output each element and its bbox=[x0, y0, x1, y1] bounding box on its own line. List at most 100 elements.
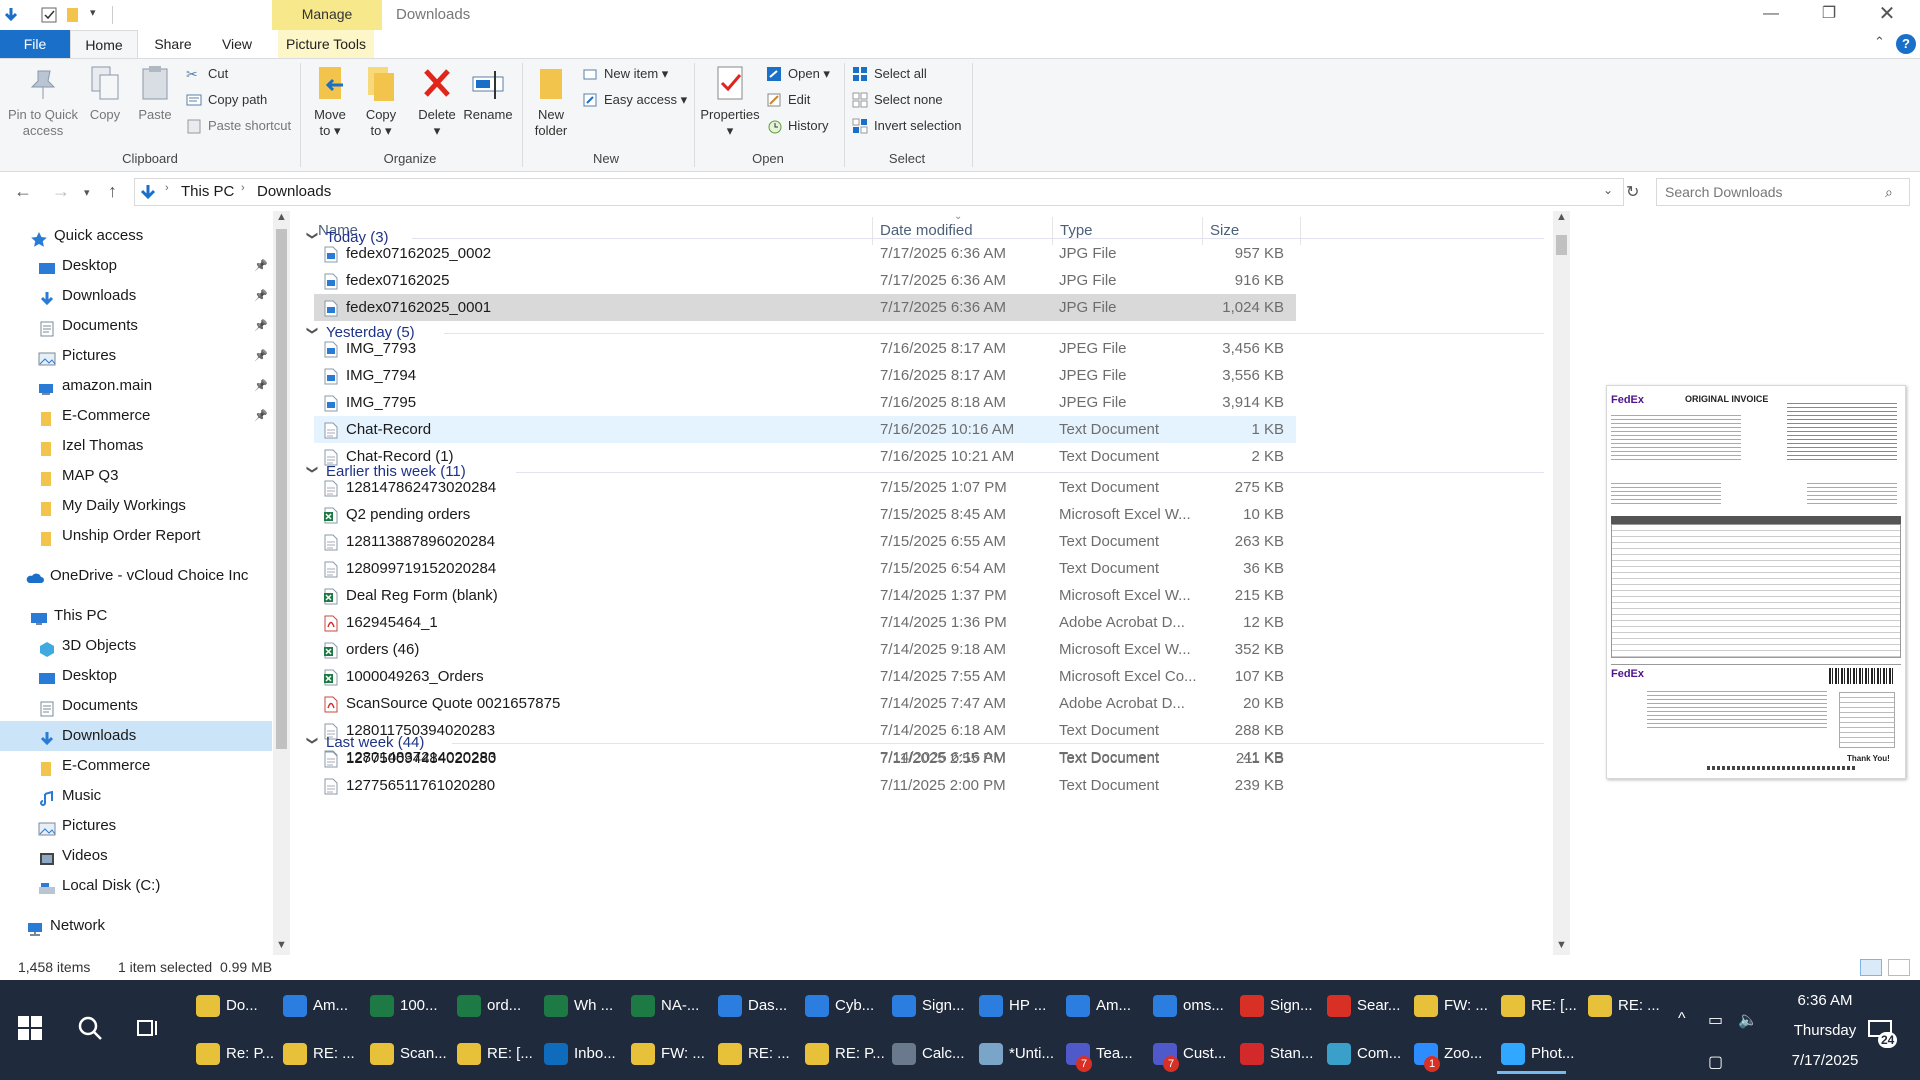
invert-selection-button[interactable]: Invert selection bbox=[852, 115, 961, 137]
taskbar-app-button[interactable]: RE: [... bbox=[453, 1034, 533, 1074]
taskbar-app-button[interactable]: Phot... bbox=[1497, 1034, 1574, 1074]
rename-button[interactable]: Rename bbox=[462, 65, 514, 123]
address-bar[interactable]: › This PC › Downloads ⌄ bbox=[134, 178, 1624, 206]
refresh-icon[interactable]: ↻ bbox=[1626, 182, 1639, 202]
nav-quick-access[interactable]: Quick access bbox=[0, 221, 272, 251]
nav-quick-item[interactable]: Unship Order Report bbox=[0, 521, 272, 551]
taskbar-app-button[interactable]: FW: ... bbox=[627, 1034, 705, 1074]
copy-to-button[interactable]: Copy to ▾ bbox=[358, 65, 404, 139]
copy-path-button[interactable]: Copy path bbox=[186, 89, 267, 111]
file-row[interactable]: fedex07162025 7/17/2025 6:36 AM JPG File 91… bbox=[314, 267, 1296, 294]
nav-scrollbar[interactable]: ▲ ▼ bbox=[273, 211, 290, 955]
network-display-icon[interactable]: ▢ bbox=[1708, 1052, 1723, 1072]
taskbar-app-button[interactable]: Re: P... bbox=[192, 1034, 274, 1074]
taskbar-app-button[interactable]: Sear... bbox=[1323, 986, 1400, 1026]
file-row[interactable]: 128099719152020284 7/15/2025 6:54 AM Text … bbox=[314, 555, 1296, 582]
nav-quick-item[interactable]: MAP Q3 bbox=[0, 461, 272, 491]
taskbar-app-button[interactable]: Wh ... bbox=[540, 986, 613, 1026]
file-row[interactable]: IMG_7795 7/16/2025 8:18 AM JPEG File 3,914 … bbox=[314, 389, 1296, 416]
taskbar-app-button[interactable]: RE: P... bbox=[801, 1034, 885, 1074]
taskbar-app-button[interactable]: oms... bbox=[1149, 986, 1224, 1026]
taskbar-app-button[interactable]: Com... bbox=[1323, 1034, 1401, 1074]
taskbar-app-button[interactable]: Das... bbox=[714, 986, 787, 1026]
restore-button[interactable]: ❐ bbox=[1800, 0, 1858, 30]
nav-quick-item[interactable]: E-Commerce 📌 bbox=[0, 401, 272, 431]
file-row[interactable]: Deal Reg Form (blank) 7/14/2025 1:37 PM Mi… bbox=[314, 582, 1296, 609]
nav-pc-item[interactable]: E-Commerce bbox=[0, 751, 272, 781]
taskbar-app-button[interactable]: NA-... bbox=[627, 986, 699, 1026]
tab-view[interactable]: View bbox=[214, 30, 260, 58]
details-view-icon[interactable] bbox=[1860, 959, 1882, 976]
hidden-icons-chevron-icon[interactable]: ^ bbox=[1678, 1010, 1686, 1028]
taskbar-app-button[interactable]: *Unti... bbox=[975, 1034, 1054, 1074]
forward-arrow-icon[interactable]: → bbox=[52, 181, 70, 202]
close-button[interactable]: ✕ bbox=[1858, 0, 1916, 30]
taskbar-app-button[interactable]: Sign... bbox=[1236, 986, 1313, 1026]
taskbar-app-button[interactable]: Cyb... bbox=[801, 986, 874, 1026]
file-row[interactable]: IMG_7794 7/16/2025 8:17 AM JPEG File 3,556 … bbox=[314, 362, 1296, 389]
help-icon[interactable]: ? bbox=[1896, 34, 1916, 54]
nav-pc-item[interactable]: Local Disk (C:) bbox=[0, 871, 272, 901]
tab-file[interactable]: File bbox=[0, 30, 70, 58]
taskbar-app-button[interactable]: RE: ... bbox=[279, 1034, 355, 1074]
copy-button[interactable]: Copy bbox=[84, 65, 126, 123]
file-row[interactable]: IMG_7793 7/16/2025 8:17 AM JPEG File 3,456 … bbox=[314, 335, 1296, 362]
qat-customize-icon[interactable]: ▾ bbox=[90, 6, 96, 19]
taskbar-app-button[interactable]: Cust... 7 bbox=[1149, 1034, 1226, 1074]
battery-icon[interactable]: ▭ bbox=[1708, 1010, 1723, 1030]
nav-quick-item[interactable]: Izel Thomas bbox=[0, 431, 272, 461]
nav-pc-item[interactable]: 3D Objects bbox=[0, 631, 272, 661]
nav-pc-item[interactable]: Desktop bbox=[0, 661, 272, 691]
new-folder-qat-icon[interactable] bbox=[64, 6, 82, 24]
up-arrow-icon[interactable]: ↑ bbox=[108, 181, 117, 202]
properties-checkbox-icon[interactable] bbox=[40, 6, 58, 24]
easy-access-button[interactable]: Easy access ▾ bbox=[582, 89, 687, 111]
taskbar-app-button[interactable]: ord... bbox=[453, 986, 521, 1026]
nav-quick-item[interactable]: Pictures 📌 bbox=[0, 341, 272, 371]
file-row[interactable]: Q2 pending orders 7/15/2025 8:45 AM Micros… bbox=[314, 501, 1296, 528]
file-row[interactable]: 128147862473020284 7/15/2025 1:07 PM Text … bbox=[314, 474, 1296, 501]
ribbon-collapse-icon[interactable]: ⌃ bbox=[1874, 34, 1885, 50]
nav-quick-item[interactable]: amazon.main 📌 bbox=[0, 371, 272, 401]
windows-start-icon[interactable] bbox=[18, 1016, 42, 1040]
quick-access-down-arrow-icon[interactable] bbox=[2, 6, 20, 24]
history-button[interactable]: History bbox=[766, 115, 828, 137]
nav-quick-item[interactable]: Desktop 📌 bbox=[0, 251, 272, 281]
open-button[interactable]: Open ▾ bbox=[766, 63, 830, 85]
file-row[interactable]: fedex07162025_0002 7/17/2025 6:36 AM JPG F… bbox=[314, 240, 1296, 267]
file-row[interactable]: 162945464_1 7/14/2025 1:36 PM Adobe Acroba… bbox=[314, 609, 1296, 636]
taskbar-app-button[interactable]: Tea... 7 bbox=[1062, 1034, 1133, 1074]
taskbar-app-button[interactable]: Scan... bbox=[366, 1034, 447, 1074]
taskbar-app-button[interactable]: Am... bbox=[279, 986, 348, 1026]
nav-quick-item[interactable]: My Daily Workings bbox=[0, 491, 272, 521]
file-row[interactable]: 127750094484020280 7/11/2025 2:55 PM Text … bbox=[314, 745, 1296, 772]
delete-button[interactable]: Delete ▾ bbox=[414, 65, 460, 139]
tab-picture-tools[interactable]: Picture Tools bbox=[278, 30, 374, 58]
file-row[interactable]: fedex07162025_0001 7/17/2025 6:36 AM JPG F… bbox=[314, 294, 1296, 321]
nav-pc-item[interactable]: Downloads bbox=[0, 721, 272, 751]
large-icons-view-icon[interactable] bbox=[1888, 959, 1910, 976]
address-dropdown-chevron-icon[interactable]: ⌄ bbox=[1603, 183, 1613, 197]
search-taskbar-icon[interactable] bbox=[76, 1014, 104, 1042]
taskbar-app-button[interactable]: 100... bbox=[366, 986, 438, 1026]
taskbar-app-button[interactable]: Stan... bbox=[1236, 1034, 1313, 1074]
file-row[interactable]: 1000049263_Orders 7/14/2025 7:55 AM Micros… bbox=[314, 663, 1296, 690]
nav-pc-item[interactable]: Videos bbox=[0, 841, 272, 871]
nav-scrollbar-thumb[interactable] bbox=[276, 229, 287, 749]
nav-this-pc[interactable]: This PC bbox=[0, 601, 272, 631]
nav-pc-item[interactable]: Documents bbox=[0, 691, 272, 721]
taskbar-app-button[interactable]: Am... bbox=[1062, 986, 1131, 1026]
taskbar-app-button[interactable]: Calc... bbox=[888, 1034, 965, 1074]
new-folder-button[interactable]: New folder bbox=[528, 65, 574, 139]
select-all-button[interactable]: Select all bbox=[852, 63, 927, 85]
tab-home[interactable]: Home bbox=[70, 30, 138, 58]
action-center-icon[interactable]: 24 bbox=[1868, 1020, 1898, 1048]
taskbar-app-button[interactable]: FW: ... bbox=[1410, 986, 1488, 1026]
taskbar-app-button[interactable]: RE: ... bbox=[1584, 986, 1660, 1026]
file-row[interactable]: 127756511761020280 7/11/2025 2:00 PM Text … bbox=[314, 772, 1296, 799]
move-to-button[interactable]: Move to ▾ bbox=[306, 65, 354, 139]
nav-pc-item[interactable]: Music bbox=[0, 781, 272, 811]
nav-onedrive[interactable]: OneDrive - vCloud Choice Inc bbox=[0, 561, 272, 591]
recent-locations-chevron-icon[interactable]: ▾ bbox=[84, 186, 90, 199]
new-item-button[interactable]: New item ▾ bbox=[582, 63, 668, 85]
